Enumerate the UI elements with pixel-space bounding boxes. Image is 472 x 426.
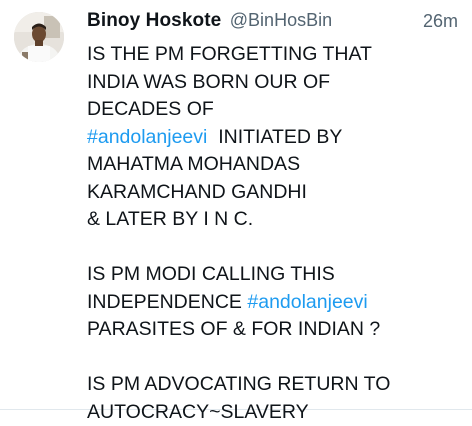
- display-name[interactable]: Binoy Hoskote: [87, 10, 221, 31]
- tweet-card[interactable]: Binoy Hoskote @BinHosBin 26m IS THE PM F…: [0, 0, 472, 410]
- text-line: PARASITES OF & FOR INDIAN ?: [87, 316, 462, 344]
- text-line: & LATER BY I N C.: [87, 206, 462, 234]
- text-line: IS PM ADVOCATING RETURN TO: [87, 371, 462, 399]
- text-line: MAHATMA MOHANDAS: [87, 151, 462, 179]
- text-line: IS THE PM FORGETTING THAT: [87, 41, 462, 69]
- tweet-text: IS THE PM FORGETTING THAT INDIA WAS BORN…: [87, 41, 462, 426]
- text-line: DECADES OF: [87, 96, 462, 124]
- avatar[interactable]: [14, 12, 64, 62]
- profile-photo-icon: [14, 12, 64, 62]
- timestamp[interactable]: 26m: [423, 11, 458, 32]
- text-segment: INITIATED BY: [207, 126, 342, 148]
- text-line: IS PM MODI CALLING THIS: [87, 261, 462, 289]
- hashtag-link[interactable]: #andolanjeevi: [87, 126, 207, 148]
- tweet-header: Binoy Hoskote @BinHosBin 26m: [87, 10, 458, 40]
- text-line: INDIA WAS BORN OUR OF: [87, 69, 462, 97]
- user-handle[interactable]: @BinHosBin: [230, 10, 332, 30]
- hashtag-link[interactable]: #andolanjeevi: [247, 291, 367, 313]
- text-line: INDEPENDENCE #andolanjeevi: [87, 289, 462, 317]
- text-line: AUTOCRACY~SLAVERY: [87, 399, 462, 426]
- blank-line: [87, 344, 462, 372]
- text-line: #andolanjeevi INITIATED BY: [87, 124, 462, 152]
- text-line: KARAMCHAND GANDHI: [87, 179, 462, 207]
- text-segment: INDEPENDENCE: [87, 291, 247, 313]
- blank-line: [87, 234, 462, 262]
